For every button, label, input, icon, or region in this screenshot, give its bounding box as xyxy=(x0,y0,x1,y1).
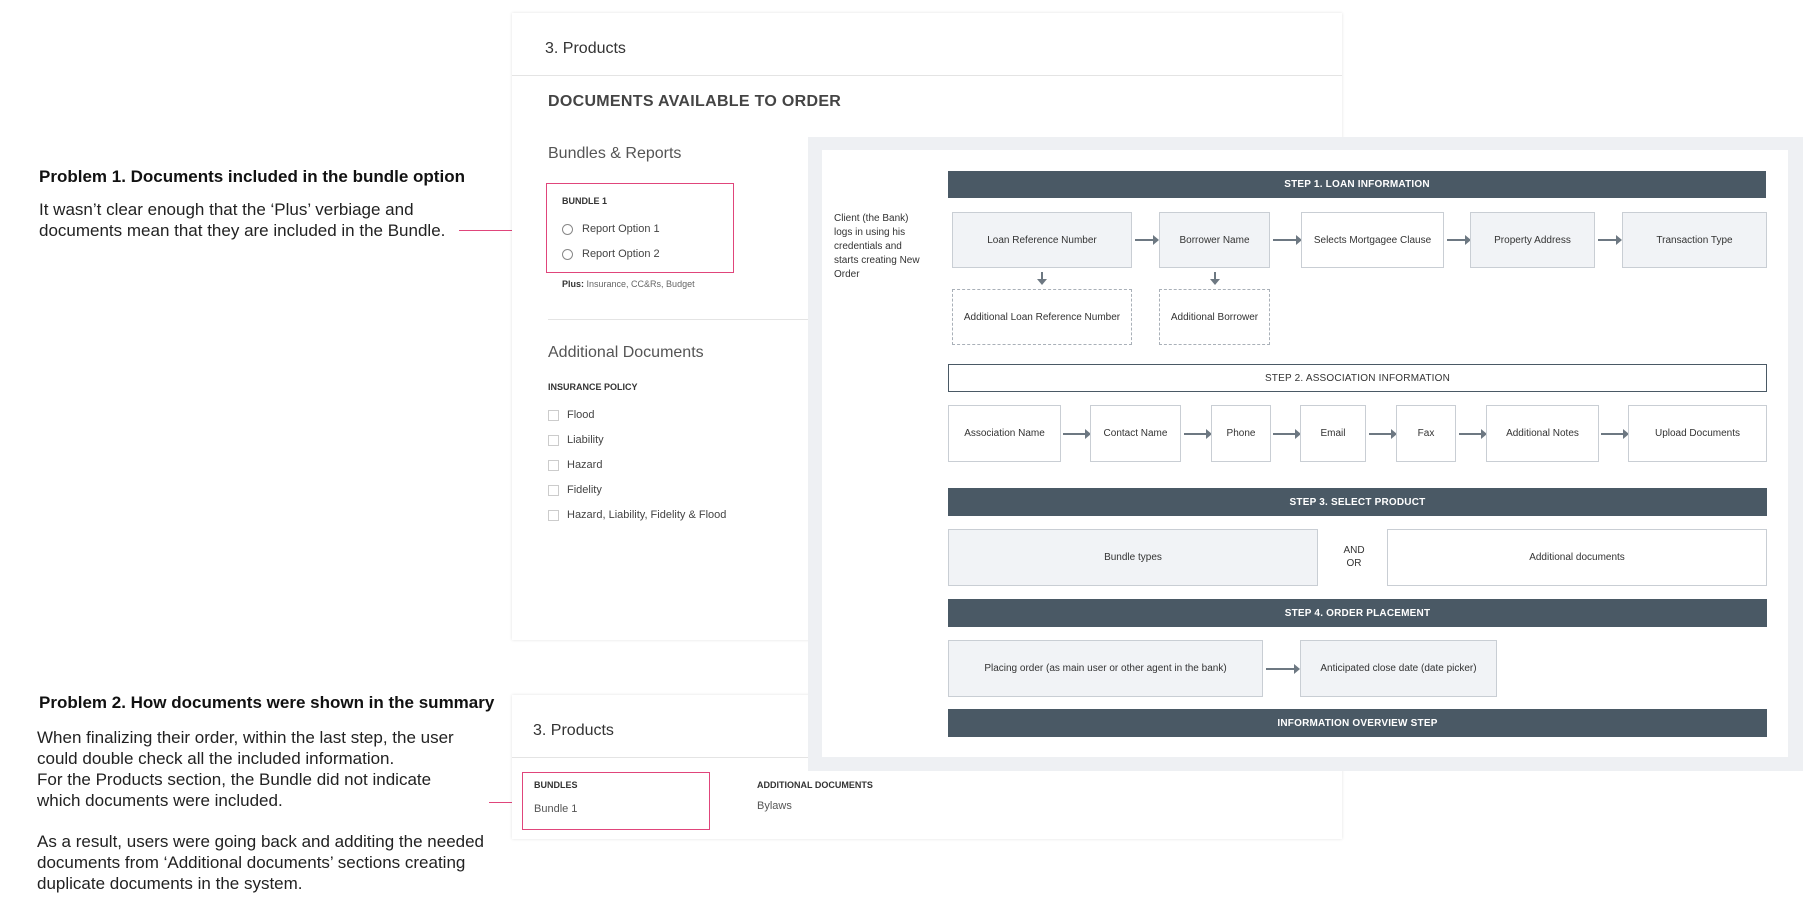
summary-card-title: 3. Products xyxy=(533,722,614,739)
checkbox-all[interactable]: Hazard, Liability, Fidelity & Flood xyxy=(548,509,726,521)
and-or-label: AND OR xyxy=(1336,544,1372,570)
client-note-line2: logs in using his xyxy=(834,227,906,238)
node-transaction-type: Transaction Type xyxy=(1622,212,1767,268)
report-option-2-label: Report Option 2 xyxy=(582,248,660,260)
problem1-title: Problem 1. Documents included in the bun… xyxy=(39,167,465,186)
arrow xyxy=(1184,429,1212,439)
checkbox-hazard-label: Hazard xyxy=(567,459,603,471)
problem2-text-line6: documents from ‘Additional documents’ se… xyxy=(37,853,466,872)
checkbox-icon[interactable] xyxy=(548,509,559,521)
arrow xyxy=(1369,429,1397,439)
bundle-plus-text: Plus: Insurance, CC&Rs, Budget xyxy=(562,279,695,289)
node-close-date: Anticipated close date (date picker) xyxy=(1300,640,1497,697)
problem2-text-line1: When finalizing their order, within the … xyxy=(37,728,454,747)
checkbox-fidelity[interactable]: Fidelity xyxy=(548,484,602,496)
report-option-1[interactable]: Report Option 1 xyxy=(562,223,660,235)
checkbox-fidelity-label: Fidelity xyxy=(567,484,602,496)
problem2-text-line7: duplicate documents in the system. xyxy=(37,874,303,893)
bundle-label: BUNDLE 1 xyxy=(562,196,608,206)
bundles-heading: Bundles & Reports xyxy=(548,145,682,162)
node-bundle-types: Bundle types xyxy=(948,529,1318,586)
checkbox-hazard[interactable]: Hazard xyxy=(548,459,602,471)
node-fax: Fax xyxy=(1396,405,1456,462)
arrow xyxy=(1598,235,1622,245)
or-label: OR xyxy=(1346,558,1362,569)
checkbox-icon[interactable] xyxy=(548,409,559,421)
overview-bar: INFORMATION OVERVIEW STEP xyxy=(948,709,1767,737)
node-phone: Phone xyxy=(1211,405,1271,462)
checkbox-icon[interactable] xyxy=(548,484,559,496)
step1-bar: STEP 1. LOAN INFORMATION xyxy=(948,171,1766,198)
plus-items: Insurance, CC&Rs, Budget xyxy=(586,279,695,289)
arrow xyxy=(1447,235,1471,245)
summary-bundles-label: BUNDLES xyxy=(534,780,578,790)
node-email: Email xyxy=(1300,405,1366,462)
node-mortgagee-clause: Selects Mortgagee Clause xyxy=(1301,212,1444,268)
client-note-line4: starts creating New xyxy=(834,255,920,266)
radio-icon[interactable] xyxy=(562,248,573,260)
node-contact-name: Contact Name xyxy=(1090,405,1181,462)
checkbox-flood[interactable]: Flood xyxy=(548,409,595,421)
client-note-line1: Client (the Bank) xyxy=(834,213,909,224)
problem2-title: Problem 2. How documents were shown in t… xyxy=(39,693,495,712)
documents-heading: DOCUMENTS AVAILABLE TO ORDER xyxy=(548,93,842,110)
checkbox-liability[interactable]: Liability xyxy=(548,434,604,446)
node-upload-documents: Upload Documents xyxy=(1628,405,1767,462)
problem1-text-line1: It wasn’t clear enough that the ‘Plus’ v… xyxy=(39,200,414,219)
checkbox-all-label: Hazard, Liability, Fidelity & Flood xyxy=(567,509,727,521)
checkbox-icon[interactable] xyxy=(548,434,559,446)
summary-additional-value: Bylaws xyxy=(757,800,792,812)
problem2-text-line3: For the Products section, the Bundle did… xyxy=(37,770,432,789)
node-borrower-name: Borrower Name xyxy=(1159,212,1270,268)
products-card-divider xyxy=(512,75,1342,76)
step4-bar: STEP 4. ORDER PLACEMENT xyxy=(948,599,1767,627)
node-association-name: Association Name xyxy=(948,405,1061,462)
arrow xyxy=(1459,429,1487,439)
summary-additional-label: ADDITIONAL DOCUMENTS xyxy=(757,780,873,790)
products-card-title: 3. Products xyxy=(545,40,626,57)
node-additional-documents: Additional documents xyxy=(1387,529,1767,586)
insurance-policy-label: INSURANCE POLICY xyxy=(548,382,638,392)
arrow xyxy=(1601,429,1629,439)
checkbox-icon[interactable] xyxy=(548,459,559,471)
step3-bar: STEP 3. SELECT PRODUCT xyxy=(948,488,1767,516)
problem2-text-line2: could double check all the included info… xyxy=(37,749,395,768)
arrow xyxy=(1266,664,1300,674)
bundles-divider xyxy=(548,319,808,320)
checkbox-flood-label: Flood xyxy=(567,409,595,421)
node-loan-reference: Loan Reference Number xyxy=(952,212,1132,268)
node-additional-notes: Additional Notes xyxy=(1486,405,1599,462)
and-label: AND xyxy=(1343,545,1365,556)
node-additional-borrower: Additional Borrower xyxy=(1159,289,1270,345)
arrow xyxy=(1273,429,1301,439)
node-placing-order: Placing order (as main user or other age… xyxy=(948,640,1263,697)
node-property-address: Property Address xyxy=(1470,212,1595,268)
additional-heading: Additional Documents xyxy=(548,344,704,361)
checkbox-liability-label: Liability xyxy=(567,434,604,446)
arrow xyxy=(1135,235,1159,245)
client-note-line5: Order xyxy=(834,269,860,280)
arrow xyxy=(1210,272,1220,285)
arrow xyxy=(1037,272,1047,285)
report-option-2[interactable]: Report Option 2 xyxy=(562,248,660,260)
problem1-text-line2: documents mean that they are included in… xyxy=(39,221,446,240)
report-option-1-label: Report Option 1 xyxy=(582,223,660,235)
problem2-text-line5: As a result, users were going back and a… xyxy=(37,832,485,851)
summary-bundles-value: Bundle 1 xyxy=(534,803,578,815)
client-note: Client (the Bank) logs in using his cred… xyxy=(834,212,920,282)
node-additional-loan-reference: Additional Loan Reference Number xyxy=(952,289,1132,345)
arrow xyxy=(1273,235,1302,245)
client-note-line3: credentials and xyxy=(834,241,902,252)
problem2-text-line4: which documents were included. xyxy=(37,791,283,810)
step2-bar: STEP 2. ASSOCIATION INFORMATION xyxy=(948,364,1767,392)
arrow xyxy=(1063,429,1091,439)
radio-icon[interactable] xyxy=(562,223,573,235)
plus-label: Plus: xyxy=(562,279,585,289)
